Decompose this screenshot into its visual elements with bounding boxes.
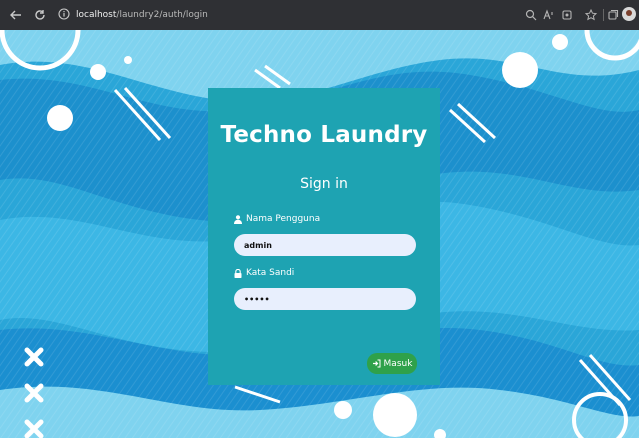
- url-path: /laundry2/auth/login: [116, 10, 208, 20]
- read-aloud-icon[interactable]: [542, 8, 556, 22]
- sign-in-heading: Sign in: [300, 176, 348, 192]
- login-button-label: Masuk: [383, 358, 413, 369]
- toolbar-separator: [603, 9, 604, 21]
- sign-in-icon: [372, 359, 381, 368]
- search-icon[interactable]: [524, 8, 538, 22]
- extensions-icon[interactable]: [560, 8, 574, 22]
- browser-toolbar: localhost/laundry2/auth/login: [0, 0, 639, 30]
- username-label-text: Nama Pengguna: [246, 214, 321, 224]
- page-viewport: Techno Laundry Sign in Nama Pengguna Kat…: [0, 30, 639, 438]
- username-input[interactable]: [234, 234, 416, 256]
- lock-icon: [234, 268, 242, 278]
- login-card: Techno Laundry Sign in Nama Pengguna Kat…: [208, 88, 440, 385]
- arrow-left-icon: [10, 10, 21, 20]
- back-button[interactable]: [8, 7, 24, 23]
- browser-window: localhost/laundry2/auth/login Techno Lau…: [0, 0, 639, 438]
- password-input[interactable]: [234, 288, 416, 310]
- collections-icon[interactable]: [606, 8, 620, 22]
- username-label: Nama Pengguna: [234, 214, 320, 224]
- site-info-icon[interactable]: [58, 8, 70, 20]
- favorites-star-icon[interactable]: [584, 8, 598, 22]
- reload-icon: [35, 10, 45, 20]
- profile-avatar[interactable]: [622, 7, 636, 21]
- password-label-text: Kata Sandi: [246, 268, 295, 278]
- brand-title: Techno Laundry: [220, 122, 428, 148]
- login-button[interactable]: Masuk: [367, 353, 417, 374]
- url-host: localhost: [76, 10, 117, 20]
- user-icon: [234, 214, 242, 224]
- reload-button[interactable]: [32, 7, 48, 23]
- password-label: Kata Sandi: [234, 268, 294, 278]
- address-bar[interactable]: localhost/laundry2/auth/login: [76, 8, 208, 22]
